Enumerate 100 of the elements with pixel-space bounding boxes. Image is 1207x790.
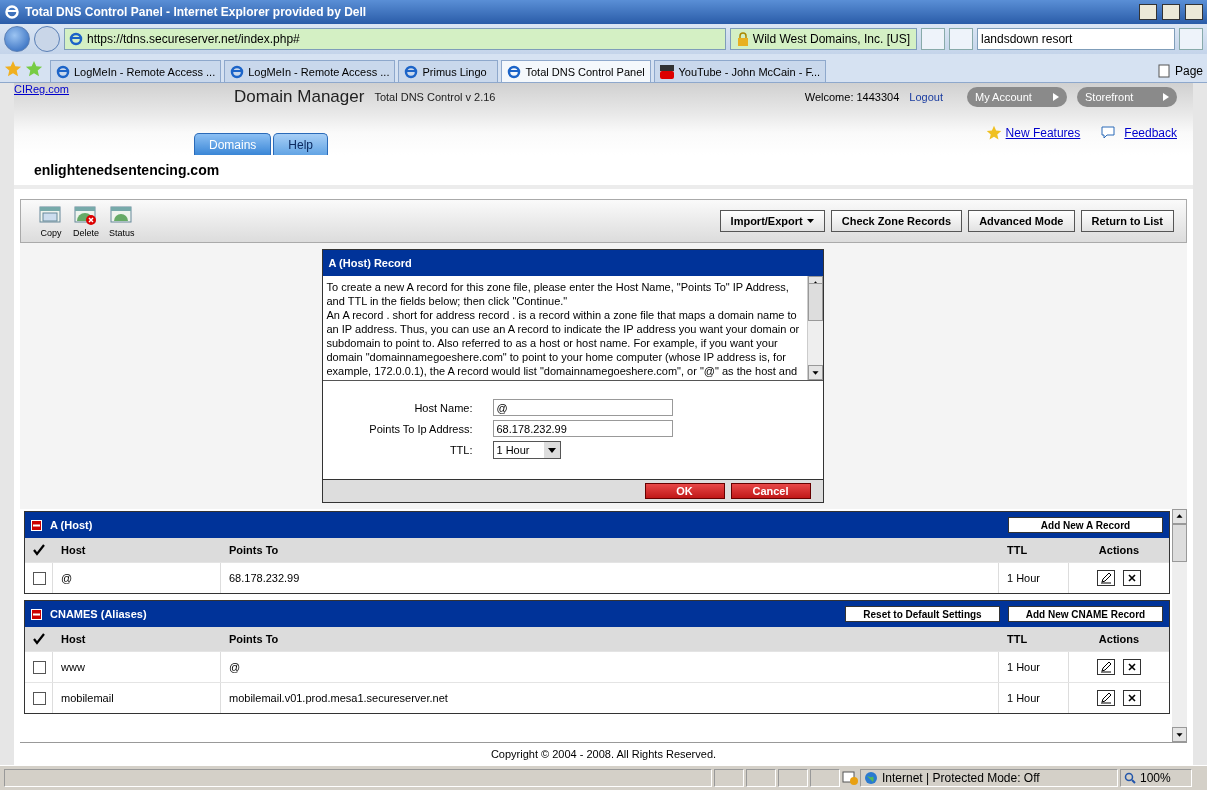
delete-button[interactable]: [1123, 690, 1141, 706]
collapse-button[interactable]: [31, 608, 42, 620]
favorites-star-icon[interactable]: [4, 60, 22, 78]
toolbar-button[interactable]: Copy: [37, 204, 65, 238]
table-cell: 1 Hour: [1007, 692, 1041, 704]
field-label: Points To Ip Address:: [368, 422, 473, 435]
search-field[interactable]: landsdown resort: [977, 28, 1175, 50]
close-button[interactable]: [1185, 4, 1203, 20]
minimize-button[interactable]: [1139, 4, 1157, 20]
app-version: Total DNS Control v 2.16: [374, 91, 497, 103]
help-paragraph: An A record . short for address record . is a record within a zone file that maps a domain name to an IP address. Thus, you can use an A record to indicate the IP address you want your domain or subdomain to point to. Also referred to as a host or host name. For example, if you want your domain "domainnamegoeshere.com" to point to your home computer (whose IP address is, for example, 172.0.0.1), the A record would list "domainnamegoeshere.com", or "@" as the host and: [326, 308, 801, 378]
site-link[interactable]: CIReg.com: [14, 83, 224, 95]
dialog-button[interactable]: OK: [644, 483, 725, 499]
table-cell: mobilemail: [61, 692, 114, 704]
scroll-up-button[interactable]: [1172, 509, 1187, 524]
check-icon: [33, 544, 45, 556]
pencil-icon: [1100, 661, 1112, 673]
page-menu[interactable]: Page: [1157, 64, 1203, 78]
delete-icon: [74, 204, 98, 227]
row-checkbox[interactable]: [33, 691, 46, 705]
toolbar-button[interactable]: Delete: [71, 204, 101, 238]
browser-tab[interactable]: Primus Lingo: [398, 60, 499, 82]
status-panel: [714, 769, 744, 787]
browser-tab[interactable]: LogMeIn - Remote Access ...: [224, 60, 396, 82]
table-cell: @: [61, 572, 73, 584]
column-header: Points To: [229, 633, 279, 645]
close-icon: [1128, 574, 1136, 582]
lock-icon: [736, 32, 749, 46]
ttl-select[interactable]: 1 Hour: [492, 441, 561, 459]
collapse-button[interactable]: [31, 519, 42, 531]
zoom-level[interactable]: 100%: [1120, 769, 1192, 787]
logout-link[interactable]: Logout: [909, 91, 943, 103]
column-header: TTL: [1007, 544, 1028, 556]
dialog-button[interactable]: Cancel: [730, 483, 811, 499]
pencil-icon: [1100, 692, 1112, 704]
text-field[interactable]: 68.178.232.99: [492, 420, 673, 437]
back-button[interactable]: [4, 26, 30, 52]
close-icon: [1128, 663, 1136, 671]
toolbar-button[interactable]: Status: [107, 204, 137, 238]
delete-button[interactable]: [1123, 659, 1141, 675]
column-header: Actions: [1098, 544, 1140, 556]
status-panel: [746, 769, 776, 787]
address-field[interactable]: https://tdns.secureserver.net/index.php#: [64, 28, 726, 50]
toolbar-action-button[interactable]: Advanced Mode: [968, 210, 1075, 232]
row-checkbox[interactable]: [33, 660, 46, 674]
help-paragraph: To create a new A record for this zone file, please enter the Host Name, "Points To" IP Address, and TTL in the fields below; then click "Continue.": [326, 280, 790, 308]
window-title: Total DNS Control Panel - Internet Explorer provided by Dell: [25, 5, 368, 19]
close-icon: [1128, 694, 1136, 702]
header-link[interactable]: New Features: [985, 125, 1081, 141]
caret-icon: [806, 219, 814, 223]
browser-logo-icon: [4, 4, 20, 20]
table-cell: 68.178.232.99: [229, 572, 300, 584]
toolbar-action-button[interactable]: Import/Export: [719, 210, 825, 232]
field-label: Host Name:: [413, 401, 473, 414]
field-label: TTL:: [448, 444, 473, 456]
text-field[interactable]: @: [492, 399, 673, 416]
column-header: TTL: [1007, 633, 1028, 645]
edit-button[interactable]: [1097, 570, 1115, 586]
security-zone[interactable]: Internet | Protected Mode: Off: [860, 769, 1118, 787]
page-icon: [230, 64, 245, 79]
scroll-thumb[interactable]: [1172, 524, 1187, 562]
column-header: Host: [61, 633, 86, 645]
browser-tab[interactable]: LogMeIn - Remote Access ...: [50, 60, 222, 82]
scrollbar[interactable]: [1172, 509, 1187, 742]
column-header: Actions: [1098, 633, 1140, 645]
domain-name: enlightenedsentencing.com: [34, 162, 220, 178]
check-icon: [33, 633, 45, 645]
document-icon: [1157, 64, 1172, 78]
edit-button[interactable]: [1097, 659, 1115, 675]
forward-button[interactable]: [34, 26, 60, 52]
header-link[interactable]: Feedback: [1100, 125, 1177, 141]
globe-icon: [864, 771, 878, 785]
column-header: Points To: [229, 544, 279, 556]
table-cell: www: [61, 661, 85, 673]
play-icon: [1163, 93, 1169, 101]
browser-tab[interactable]: Total DNS Control Panel: [501, 60, 652, 82]
scroll-thumb[interactable]: [807, 283, 823, 321]
toolbar-action-button[interactable]: Check Zone Records: [830, 210, 963, 232]
play-icon: [1053, 93, 1059, 101]
page-icon: [507, 64, 522, 79]
page-icon: [404, 64, 419, 79]
nav-tab[interactable]: Help: [273, 133, 329, 155]
star-icon: [985, 125, 1002, 141]
app-title: Domain Manager: [234, 87, 365, 107]
delete-button[interactable]: [1123, 570, 1141, 586]
section-title: A (Host): [50, 519, 94, 531]
toolbar-action-button[interactable]: Return to List: [1080, 210, 1174, 232]
security-certificate-button[interactable]: Wild West Domains, Inc. [US]: [729, 28, 917, 50]
column-header: Host: [61, 544, 86, 556]
section-action-button[interactable]: Reset to Default Settings: [845, 606, 1000, 622]
section-action-button[interactable]: Add New A Record: [1008, 517, 1163, 533]
browser-tab[interactable]: YouTube - John McCain - F...: [654, 60, 827, 82]
scrollbar[interactable]: [806, 276, 823, 380]
scroll-down-button[interactable]: [1172, 727, 1187, 742]
edit-button[interactable]: [1097, 690, 1115, 706]
row-checkbox[interactable]: [33, 571, 46, 585]
maximize-button[interactable]: [1162, 4, 1180, 20]
section-action-button[interactable]: Add New CNAME Record: [1008, 606, 1163, 622]
scroll-down-button[interactable]: [807, 365, 823, 380]
status-panel: [810, 769, 840, 787]
